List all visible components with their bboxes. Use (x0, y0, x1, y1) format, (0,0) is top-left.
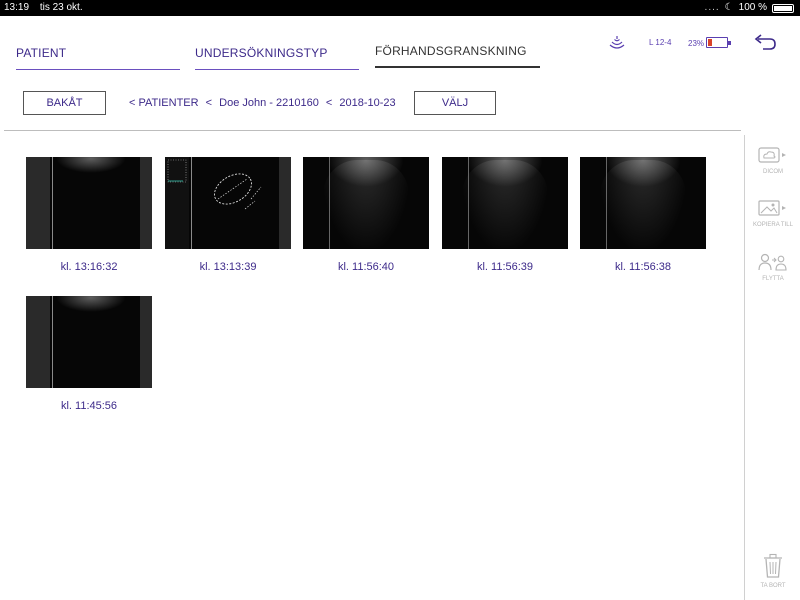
probe-label: L 12-4 (649, 38, 672, 47)
tab-preview[interactable]: FÖRHANDSGRANSKNING (375, 38, 540, 68)
status-battery-pct: 100 % (738, 2, 767, 13)
tab-exam-type-label: UNDERSÖKNINGSTYP (195, 46, 328, 60)
status-battery-icon (772, 3, 794, 13)
delete-button[interactable]: TA BORT (745, 553, 800, 589)
toolbar-divider (4, 130, 741, 131)
actions-sidebar: DICOM KOPIERA TILL FLYTTA TA BORT (744, 135, 800, 600)
image-thumbnail[interactable]: kl. 11:56:39 (442, 157, 568, 273)
delete-label: TA BORT (760, 583, 786, 589)
image-thumbnail[interactable]: kl. 11:56:40 (303, 157, 429, 273)
breadcrumb-date: 2018-10-23 (339, 97, 396, 109)
measurement-overlay (167, 159, 262, 210)
status-time: 13:19 (4, 2, 30, 13)
status-bar: 13:19 tis 23 okt. .... ☾ 100 % (0, 0, 800, 16)
app-window: 13:19 tis 23 okt. .... ☾ 100 % PATIENT U… (0, 0, 800, 600)
move-label: FLYTTA (762, 276, 784, 282)
ultrasound-image (26, 157, 152, 249)
ultrasound-image (580, 157, 706, 249)
thumbnail-caption: kl. 11:56:40 (337, 261, 395, 273)
moon-icon: ☾ (724, 2, 734, 13)
tab-exam-type-underline (195, 69, 359, 70)
tab-preview-underline (375, 66, 540, 68)
tab-preview-label: FÖRHANDSGRANSKNING (375, 44, 527, 58)
image-thumbnail[interactable]: kl. 13:16:32 (26, 157, 152, 273)
image-thumbnail[interactable]: kl. 11:45:56 (26, 296, 152, 412)
tab-exam-type[interactable]: UNDERSÖKNINGSTYP (195, 40, 359, 70)
ultrasound-image (26, 296, 152, 388)
breadcrumb-separator: < (325, 97, 333, 109)
ultrasound-image (303, 157, 429, 249)
image-icon (758, 200, 786, 216)
copy-to-button[interactable]: KOPIERA TILL (745, 198, 800, 228)
battery-percent: 23% (688, 39, 705, 48)
ultrasound-image (442, 157, 568, 249)
breadcrumb: < PATIENTER < Doe John - 2210160 < 2018-… (129, 97, 400, 109)
status-date: tis 23 okt. (39, 2, 83, 13)
tab-patient-label: PATIENT (16, 46, 67, 60)
breadcrumb-separator: < (205, 97, 213, 109)
back-button[interactable]: BAKÅT (23, 91, 106, 115)
thumbnail-caption: kl. 13:13:39 (199, 261, 257, 273)
image-thumbnail[interactable]: kl. 11:56:38 (580, 157, 706, 273)
back-undo-icon[interactable] (752, 34, 778, 57)
copy-to-label: KOPIERA TILL (753, 222, 793, 228)
users-icon (758, 253, 787, 271)
ultrasound-image-annotated (165, 157, 291, 249)
select-button[interactable]: VÄLJ (414, 91, 496, 115)
tab-patient-underline (16, 69, 180, 70)
dicom-label: DICOM (763, 169, 783, 175)
battery-nub (728, 41, 731, 45)
thumbnail-caption: kl. 11:45:56 (60, 400, 118, 412)
thumbnail-caption: kl. 13:16:32 (60, 261, 118, 273)
signal-icon (609, 36, 625, 55)
battery-fill (708, 39, 712, 46)
thumbnail-caption: kl. 11:56:39 (476, 261, 534, 273)
trash-icon (764, 553, 782, 578)
move-button[interactable]: FLYTTA (745, 252, 800, 282)
breadcrumb-patients-link[interactable]: < PATIENTER (129, 97, 199, 109)
thumbnail-caption: kl. 11:56:38 (614, 261, 672, 273)
cloud-icon (758, 147, 786, 163)
breadcrumb-patient-link[interactable]: Doe John - 2210160 (219, 97, 319, 109)
tab-patient[interactable]: PATIENT (16, 40, 180, 70)
wifi-icon: .... (704, 2, 720, 13)
battery-icon (706, 37, 731, 48)
dicom-button[interactable]: DICOM (745, 145, 800, 175)
image-thumbnail[interactable]: kl. 13:13:39 (165, 157, 291, 273)
